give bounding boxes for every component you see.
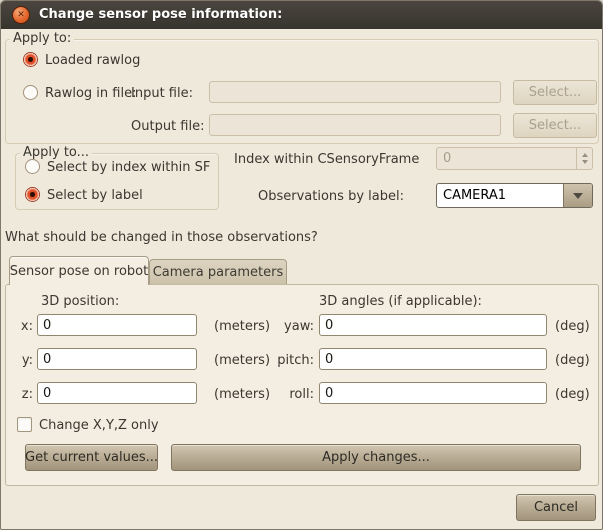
- loaded-rawlog-radio[interactable]: [23, 52, 38, 67]
- roll-unit-label: (deg): [555, 387, 590, 402]
- tab-sensor-pose[interactable]: Sensor pose on robot: [9, 256, 149, 285]
- index-spinner: 0: [436, 147, 593, 170]
- group-apply-to-legend: Apply to:: [10, 31, 74, 47]
- observations-combo[interactable]: CAMERA1: [436, 183, 593, 208]
- select-output-file-button: Select...: [513, 113, 597, 138]
- close-icon: ✕: [17, 11, 25, 20]
- window-title: Change sensor pose information:: [39, 1, 282, 29]
- rawlog-in-file-radio[interactable]: [23, 85, 38, 100]
- pitch-unit-label: (deg): [555, 353, 590, 368]
- question-label: What should be changed in those observat…: [5, 230, 318, 245]
- output-file-field: [209, 114, 501, 136]
- input-file-field: [209, 81, 501, 103]
- index-within-label: Index within CSensoryFrame: [234, 152, 419, 167]
- index-spinner-arrows: [576, 148, 592, 169]
- observations-combo-value: CAMERA1: [437, 184, 563, 207]
- close-button[interactable]: ✕: [12, 6, 30, 24]
- tab-sensor-pose-label: Sensor pose on robot: [10, 264, 148, 279]
- tab-camera-parameters-label: Camera parameters: [153, 265, 284, 280]
- y-label: y:: [9, 353, 33, 368]
- x-label: x:: [9, 319, 33, 334]
- output-file-label: Output file:: [131, 119, 204, 134]
- roll-label: roll:: [261, 387, 314, 402]
- yaw-label: yaw:: [261, 319, 314, 334]
- z-input[interactable]: [37, 382, 197, 404]
- change-xyz-label: Change X,Y,Z only: [39, 418, 159, 433]
- spinner-down-icon: [582, 160, 588, 164]
- change-xyz-checkbox[interactable]: [17, 417, 32, 432]
- titlebar: ✕ Change sensor pose information:: [1, 1, 602, 29]
- roll-input[interactable]: [319, 382, 547, 404]
- spinner-up-icon: [582, 153, 588, 157]
- pitch-label: pitch:: [261, 353, 314, 368]
- select-by-index-radio[interactable]: [25, 159, 40, 174]
- cancel-button[interactable]: Cancel: [516, 494, 596, 521]
- apply-changes-button[interactable]: Apply changes...: [171, 444, 581, 471]
- yaw-unit-label: (deg): [555, 319, 590, 334]
- position-header: 3D position:: [41, 294, 119, 309]
- select-by-label-radio[interactable]: [25, 187, 40, 202]
- angles-header: 3D angles (if applicable):: [319, 294, 482, 309]
- input-file-label: Input file:: [131, 86, 193, 101]
- dialog-window: ✕ Change sensor pose information: Apply …: [0, 0, 603, 530]
- pitch-input[interactable]: [319, 348, 547, 370]
- index-spinner-value: 0: [437, 148, 576, 169]
- z-label: z:: [9, 387, 33, 402]
- select-by-label-label: Select by label: [47, 188, 143, 203]
- observations-by-label-label: Observations by label:: [258, 189, 404, 204]
- yaw-input[interactable]: [319, 314, 547, 336]
- rawlog-in-file-label: Rawlog in file:: [45, 86, 136, 101]
- x-input[interactable]: [37, 314, 197, 336]
- get-current-values-button[interactable]: Get current values...: [25, 444, 158, 471]
- chevron-down-icon: [573, 193, 583, 199]
- select-input-file-button: Select...: [513, 80, 597, 105]
- y-input[interactable]: [37, 348, 197, 370]
- loaded-rawlog-label: Loaded rawlog: [45, 53, 140, 68]
- select-by-index-label: Select by index within SF: [47, 160, 210, 175]
- tab-camera-parameters[interactable]: Camera parameters: [149, 259, 287, 284]
- observations-combo-dropdown[interactable]: [563, 184, 592, 207]
